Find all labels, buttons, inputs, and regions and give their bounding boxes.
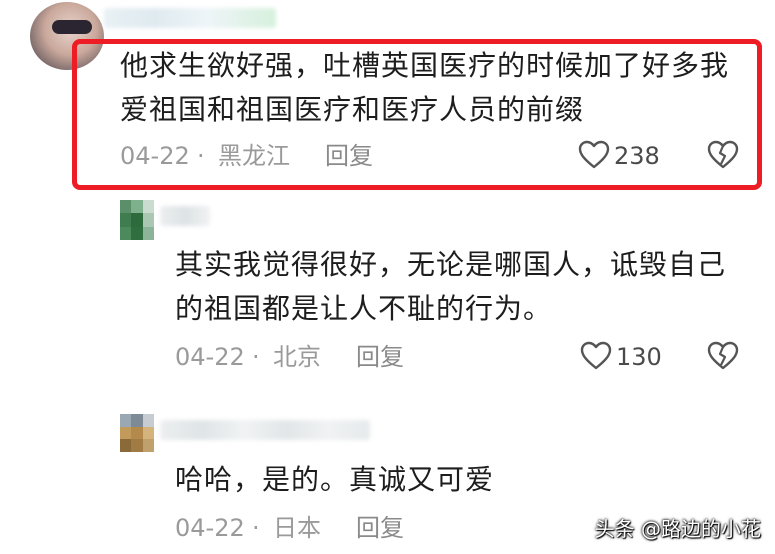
username-blurred[interactable] bbox=[160, 420, 370, 440]
username-blurred[interactable] bbox=[104, 8, 276, 28]
comment-text-line1: 他求生欲好强，吐槽英国医疗的时候加了好多我 bbox=[120, 49, 730, 82]
meta-separator: · bbox=[197, 142, 205, 170]
meta-separator: · bbox=[252, 514, 260, 542]
comment-date: 04-22 bbox=[175, 343, 245, 371]
reply-button[interactable]: 回复 bbox=[325, 141, 373, 171]
reply-button[interactable]: 回复 bbox=[356, 513, 404, 543]
comment-text-line1: 哈哈，是的。真诚又可爱 bbox=[175, 463, 495, 496]
like-count: 130 bbox=[616, 343, 662, 371]
heart-icon[interactable] bbox=[580, 341, 612, 371]
like-count: 238 bbox=[614, 142, 660, 170]
heart-icon[interactable] bbox=[578, 140, 610, 170]
dislike-heart-icon[interactable] bbox=[707, 140, 739, 170]
comment-date: 04-22 bbox=[120, 142, 190, 170]
username-blurred[interactable] bbox=[160, 206, 210, 226]
comment-date: 04-22 bbox=[175, 514, 245, 542]
avatar[interactable] bbox=[120, 200, 154, 240]
comment-location: 日本 bbox=[273, 514, 321, 542]
reply-button[interactable]: 回复 bbox=[356, 342, 404, 372]
dislike-heart-icon[interactable] bbox=[707, 341, 739, 371]
meta-separator: · bbox=[252, 343, 260, 371]
avatar[interactable] bbox=[120, 414, 154, 452]
watermark: 头条 @路边的小花 bbox=[594, 517, 761, 541]
comment-location: 北京 bbox=[273, 343, 321, 371]
comment-text-line2: 的祖国都是让人不耻的行为。 bbox=[175, 292, 553, 325]
comment-text-line2: 爱祖国和祖国医疗和医疗人员的前缀 bbox=[120, 93, 585, 126]
comment-location: 黑龙江 bbox=[218, 142, 290, 170]
comment-text-line1: 其实我觉得很好，无论是哪国人，诋毁自己 bbox=[175, 248, 727, 281]
avatar-sunglasses bbox=[52, 20, 92, 34]
